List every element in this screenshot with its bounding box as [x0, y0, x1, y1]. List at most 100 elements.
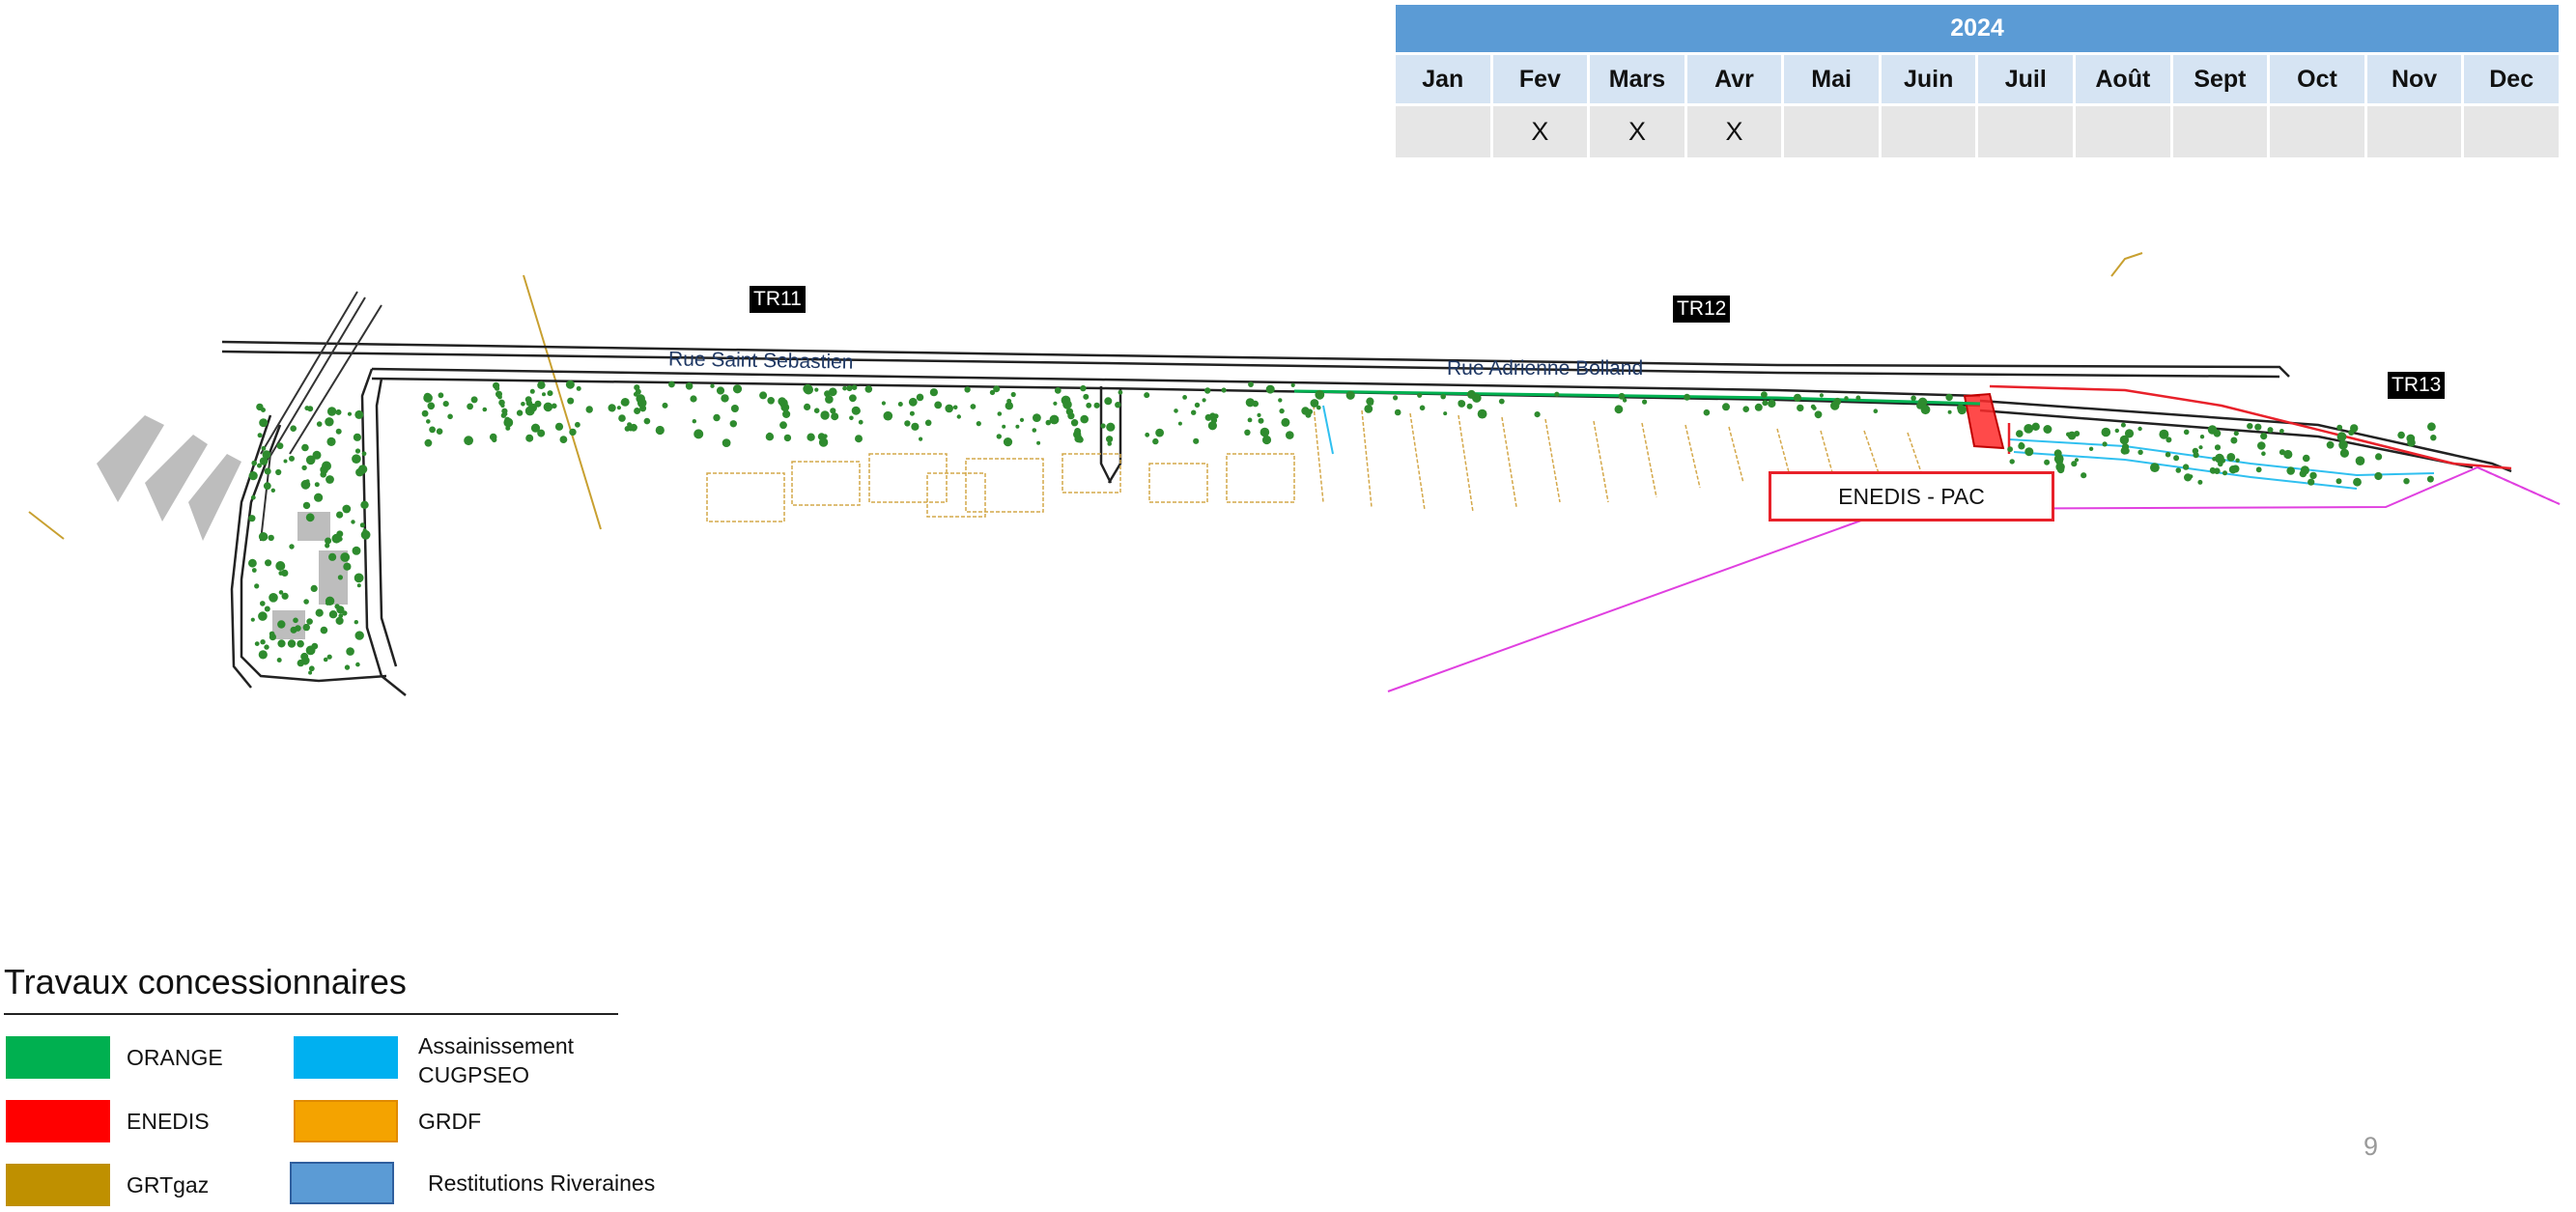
tree-dot — [1080, 384, 1087, 392]
tree-dot — [1036, 440, 1041, 445]
tree-dot — [2336, 424, 2343, 431]
legend-label-assainissement-line1: Assainissement — [418, 1033, 575, 1058]
tree-dot — [343, 562, 352, 571]
tree-dot — [1054, 387, 1062, 394]
tree-dot — [335, 616, 344, 626]
tree-dot — [2218, 461, 2223, 467]
tree-dot — [2120, 446, 2129, 455]
legend-label-orange: ORANGE — [127, 1045, 223, 1070]
tree-dot — [310, 584, 318, 593]
tree-dot — [765, 433, 775, 441]
tree-dot — [2403, 478, 2410, 485]
tree-dot — [283, 459, 288, 464]
legend-swatch-restitutions — [290, 1162, 394, 1204]
tree-dot — [254, 583, 260, 589]
tree-dot — [1498, 398, 1505, 405]
tree-dot — [2222, 470, 2227, 476]
tree-dot — [352, 454, 361, 465]
tree-dot — [1155, 428, 1164, 437]
legend-swatch-grtgaz — [6, 1164, 110, 1206]
tree-dot — [565, 380, 575, 389]
tree-dot — [820, 410, 830, 420]
tree-dot — [2120, 422, 2126, 428]
tree-dot — [250, 617, 255, 622]
tree-dot — [2175, 467, 2182, 473]
tree-dot — [997, 411, 1003, 416]
tree-dot — [952, 405, 958, 410]
tree-dot — [1115, 402, 1121, 409]
tree-dot — [334, 604, 340, 609]
tree-dot — [2024, 424, 2034, 434]
tree-dot — [326, 654, 332, 660]
tree-dot — [258, 650, 268, 660]
tree-dot — [1152, 437, 1159, 445]
tree-dot — [261, 445, 267, 451]
tree-dot — [277, 620, 286, 629]
tree-dot — [1032, 428, 1037, 433]
tree-dot — [2150, 463, 2160, 472]
tree-dot — [1213, 413, 1219, 419]
tree-dot — [2247, 423, 2253, 430]
tree-dot — [290, 425, 297, 433]
tree-dot — [534, 400, 542, 408]
tree-dot — [818, 437, 829, 447]
tree-dot — [251, 568, 257, 573]
tree-dot — [616, 406, 622, 410]
tree-dot — [2426, 475, 2434, 483]
page-number: 9 — [2364, 1132, 2379, 1161]
tree-dot — [585, 406, 593, 413]
tree-dot — [248, 471, 258, 481]
tree-dot — [779, 421, 787, 430]
tree-dot — [315, 608, 324, 617]
tree-dot — [2081, 472, 2087, 479]
tree-dot — [258, 611, 268, 621]
tree-dot — [864, 385, 873, 393]
tree-dot — [846, 384, 853, 392]
tree-dot — [438, 392, 444, 399]
tree-dot — [2207, 425, 2218, 435]
street-label-saint-sebastien: Rue Saint Sebastien — [667, 348, 854, 374]
tree-dot — [328, 552, 337, 561]
tree-dot — [1290, 382, 1295, 387]
tree-dot — [303, 599, 309, 605]
tree-dot — [306, 618, 313, 625]
tree-dot — [308, 665, 315, 672]
tree-dot — [2235, 458, 2240, 463]
tree-dot — [2374, 471, 2383, 481]
tree-dot — [1221, 387, 1227, 393]
tree-dot — [729, 420, 737, 428]
tree-dot — [1345, 390, 1355, 400]
tree-dot — [694, 429, 704, 439]
tree-dot — [814, 387, 819, 392]
tree-dot — [1310, 399, 1319, 408]
tree-dot — [261, 408, 266, 412]
tree-dot — [326, 437, 336, 446]
tree-dot — [2183, 429, 2190, 436]
tree-dot — [807, 433, 815, 441]
tree-dot — [525, 434, 534, 442]
tree-dot — [1145, 432, 1150, 437]
tree-dot — [919, 437, 923, 441]
tree-dot — [2214, 444, 2222, 451]
tree-dot — [897, 402, 903, 407]
tree-dot — [881, 401, 887, 406]
tree-dot — [1278, 398, 1283, 403]
tree-dot — [2197, 479, 2203, 485]
tree-dot — [916, 393, 924, 402]
tree-dot — [278, 590, 284, 595]
tree-dot — [326, 475, 334, 484]
tree-dot — [1070, 419, 1079, 427]
tree-dot — [322, 461, 331, 471]
tree-dot — [643, 417, 651, 425]
tree-dot — [813, 408, 820, 414]
tree-dot — [1177, 421, 1182, 426]
tree-dot — [883, 410, 893, 421]
tree-dot — [542, 392, 546, 397]
legend-swatch-assainissement — [294, 1036, 398, 1079]
tree-dot — [1207, 421, 1217, 431]
tree-dot — [344, 664, 351, 670]
tree-dot — [1443, 411, 1448, 416]
tree-dot — [2336, 432, 2347, 442]
tree-dot — [713, 413, 721, 422]
tree-dot — [1283, 421, 1288, 427]
